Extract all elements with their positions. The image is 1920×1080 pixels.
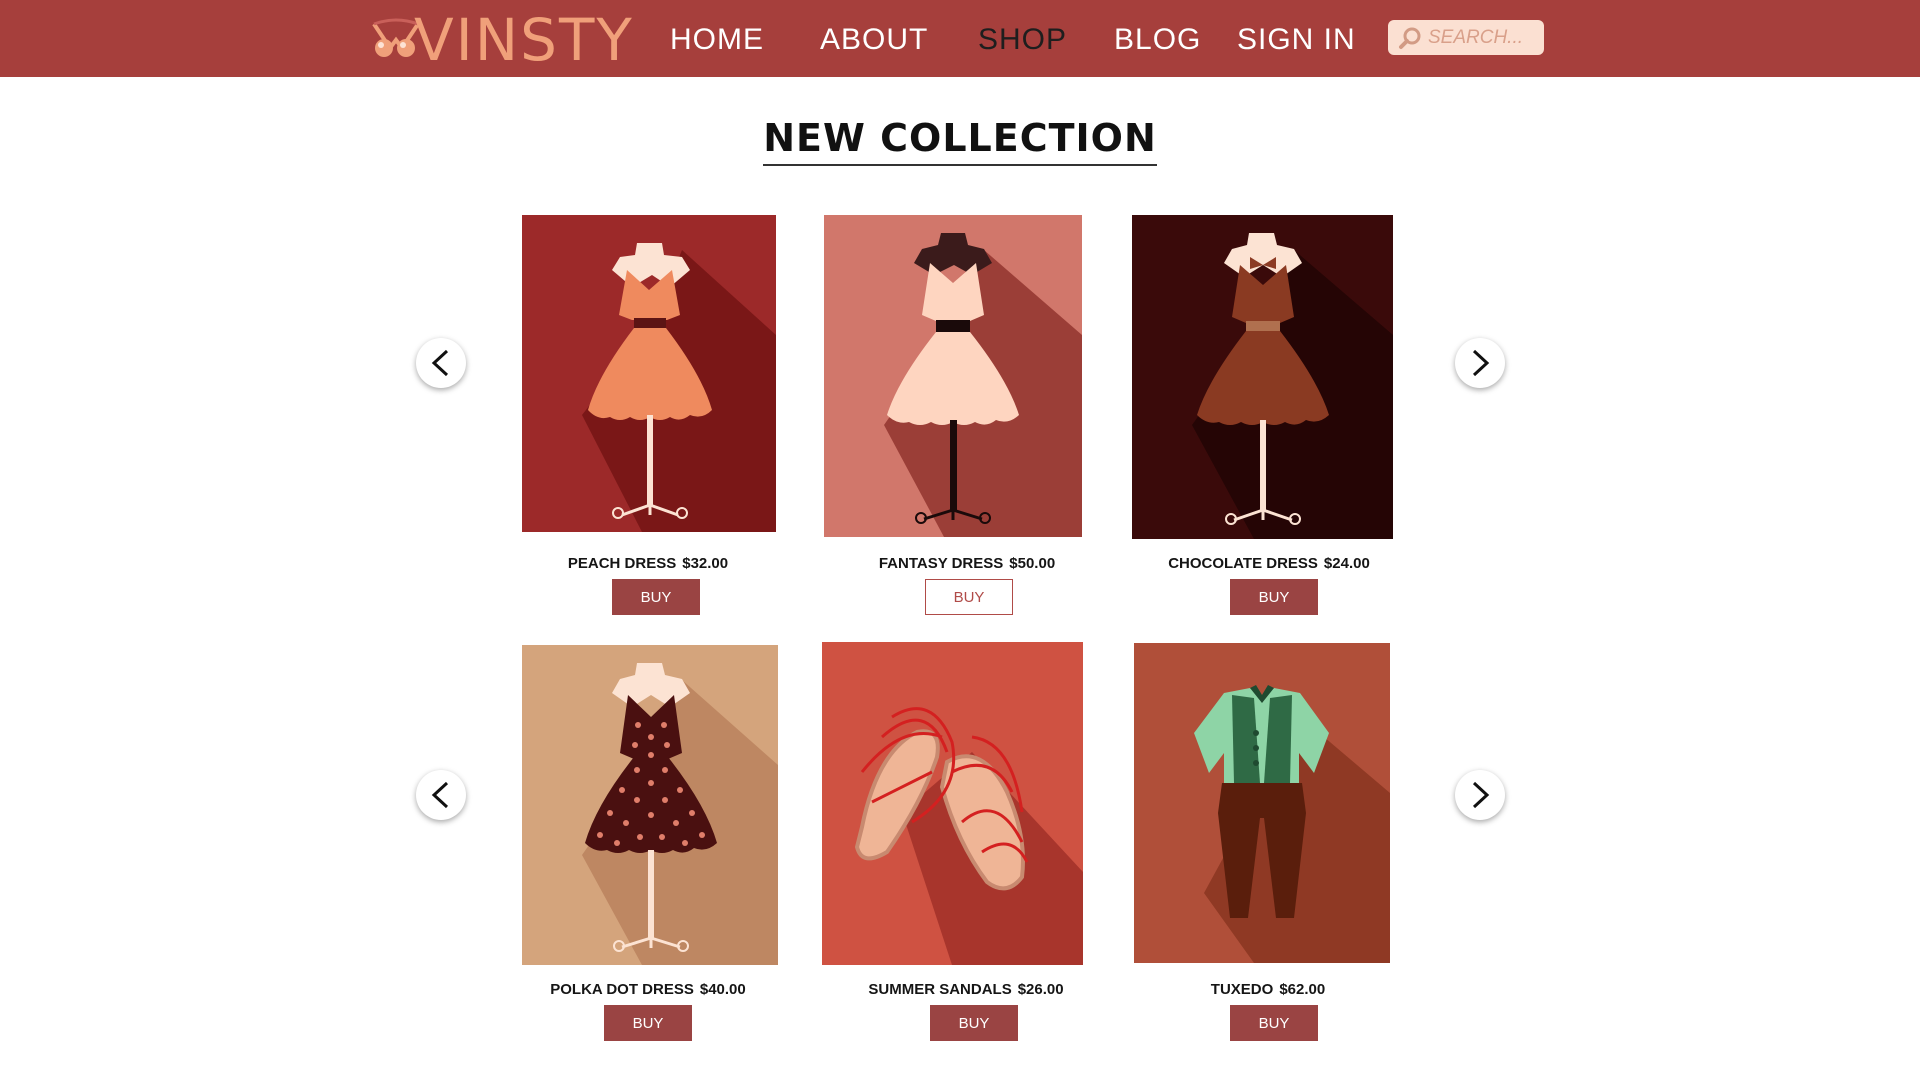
nav-blog[interactable]: BLOG: [1114, 18, 1201, 62]
fantasy-dress-icon: [824, 215, 1082, 537]
product-image[interactable]: [1134, 643, 1390, 963]
product-image[interactable]: [824, 215, 1082, 537]
buy-button[interactable]: BUY: [1230, 579, 1318, 615]
polka-dot-dress-icon: [522, 645, 778, 965]
product-image[interactable]: [522, 645, 778, 965]
tuxedo-icon: [1134, 643, 1390, 963]
product-name: FANTASY DRESS: [878, 555, 1004, 572]
buy-button[interactable]: BUY: [1230, 1005, 1318, 1041]
collection-heading: NEW COLLECTION: [763, 116, 1157, 166]
nav-sign-in[interactable]: SIGN IN: [1237, 18, 1356, 62]
search-input[interactable]: [1428, 26, 1538, 49]
product-caption: TUXEDO $62.00: [1138, 981, 1398, 998]
buy-button[interactable]: BUY: [925, 579, 1013, 615]
section-title: NEW COLLECTION: [0, 116, 1920, 166]
search-box: [1388, 20, 1544, 55]
carousel-prev-button[interactable]: [416, 770, 466, 820]
product-price: $62.00: [1279, 981, 1326, 998]
top-navigation-bar: VINSTY HOME ABOUT SHOP BLOG SIGN IN: [0, 0, 1920, 77]
product-caption: PEACH DRESS $32.00: [518, 555, 778, 572]
buy-button[interactable]: BUY: [604, 1005, 692, 1041]
product-name: SUMMER SANDALS: [868, 981, 1012, 998]
product-name: CHOCOLATE DRESS: [1168, 555, 1318, 572]
product-name: TUXEDO: [1210, 981, 1274, 998]
chevron-right-icon: [1472, 349, 1490, 377]
search-icon: [1399, 27, 1421, 49]
carousel-prev-button[interactable]: [416, 338, 466, 388]
buy-button[interactable]: BUY: [612, 579, 700, 615]
carousel-next-button[interactable]: [1455, 338, 1505, 388]
peach-dress-icon: [522, 215, 776, 532]
product-price: $24.00: [1323, 555, 1370, 572]
product-name: POLKA DOT DRESS: [550, 981, 694, 998]
product-caption: CHOCOLATE DRESS $24.00: [1139, 555, 1399, 572]
product-name: PEACH DRESS: [567, 555, 677, 572]
product-caption: FANTASY DRESS $50.00: [837, 555, 1097, 572]
main-nav: HOME ABOUT SHOP BLOG SIGN IN: [0, 18, 1920, 62]
nav-home[interactable]: HOME: [670, 18, 764, 62]
sandals-icon: [822, 642, 1083, 965]
product-price: $50.00: [1009, 555, 1056, 572]
nav-about[interactable]: ABOUT: [820, 18, 928, 62]
product-price: $32.00: [682, 555, 729, 572]
buy-button[interactable]: BUY: [930, 1005, 1018, 1041]
product-image[interactable]: [822, 642, 1083, 965]
carousel-next-button[interactable]: [1455, 770, 1505, 820]
product-caption: POLKA DOT DRESS $40.00: [518, 981, 778, 998]
product-price: $40.00: [699, 981, 746, 998]
chocolate-dress-icon: [1132, 215, 1393, 539]
chevron-left-icon: [431, 781, 449, 809]
chevron-right-icon: [1472, 781, 1490, 809]
product-image[interactable]: [1132, 215, 1393, 539]
chevron-left-icon: [431, 349, 449, 377]
product-price: $26.00: [1017, 981, 1064, 998]
nav-shop[interactable]: SHOP: [978, 18, 1067, 62]
product-caption: SUMMER SANDALS $26.00: [836, 981, 1096, 998]
product-image[interactable]: [522, 215, 776, 532]
